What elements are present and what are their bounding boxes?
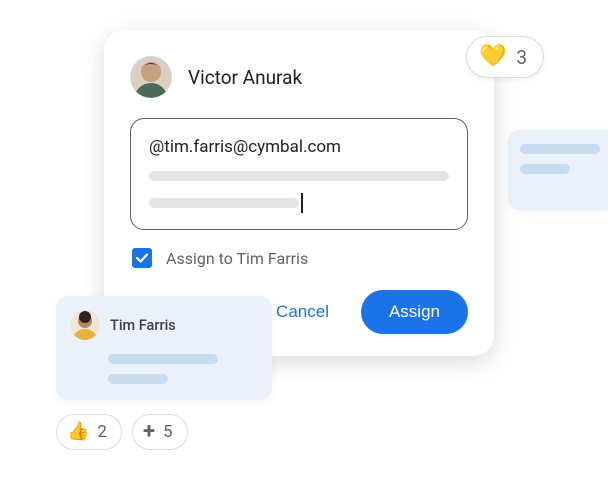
reaction-bar: 👍 2 + 5: [56, 414, 188, 450]
reaction-count: 2: [97, 422, 107, 442]
placeholder-line: [108, 374, 168, 384]
comment-input[interactable]: @tim.farris@cymbal.com: [130, 118, 468, 230]
heart-icon: 💛: [479, 46, 506, 68]
plus-icon: +: [143, 421, 155, 443]
placeholder-line: [149, 171, 449, 181]
text-caret: [301, 193, 303, 213]
author-name: Victor Anurak: [188, 66, 302, 89]
placeholder-line: [149, 198, 299, 208]
user-suggestion-card[interactable]: Tim Farris: [56, 296, 272, 400]
assign-checkbox[interactable]: [132, 248, 152, 268]
reaction-heart[interactable]: 💛 3: [466, 36, 544, 78]
reaction-count: 5: [163, 422, 173, 442]
suggestion-avatar: [70, 310, 100, 340]
cancel-button[interactable]: Cancel: [262, 292, 343, 332]
reaction-count: 3: [516, 46, 527, 69]
suggestion-name: Tim Farris: [110, 317, 176, 334]
placeholder-line: [108, 354, 218, 364]
author-avatar: [130, 56, 172, 98]
assign-checkbox-row[interactable]: Assign to Tim Farris: [130, 248, 468, 268]
dialog-header: Victor Anurak: [130, 56, 468, 98]
assign-button[interactable]: Assign: [361, 290, 468, 334]
thumbs-up-icon: 👍: [67, 423, 89, 441]
mention-text: @tim.farris@cymbal.com: [149, 137, 449, 157]
background-comment-card: [508, 130, 608, 210]
reaction-thumbs-up[interactable]: 👍 2: [56, 414, 122, 450]
reaction-add[interactable]: + 5: [132, 414, 188, 450]
placeholder-line: [520, 144, 600, 154]
assign-label: Assign to Tim Farris: [166, 249, 308, 268]
placeholder-line: [520, 164, 570, 174]
